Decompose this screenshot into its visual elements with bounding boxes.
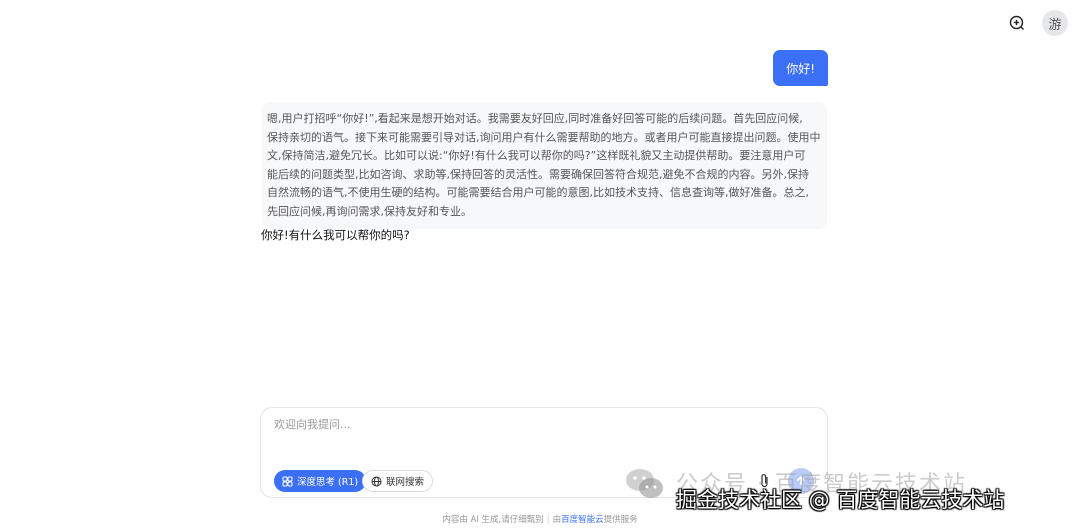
deep-think-icon — [282, 476, 293, 486]
avatar[interactable]: 游 — [1042, 10, 1068, 36]
globe-icon — [371, 476, 382, 486]
watermark-line-2: 掘金技术社区 @ 百度智能云技术站 — [676, 488, 1005, 512]
thinking-block: 嗯,用户打招呼“你好!”,看起来是想开始对话。我需要友好回应,同时准备好回答可能… — [262, 102, 827, 229]
user-message-bubble: 你好! — [773, 50, 828, 86]
deep-think-toggle[interactable]: 深度思考 (R1) — [274, 470, 367, 492]
footer-disclaimer: 内容由 AI 生成,请仔细甄别 | 由百度智能云提供服务 — [0, 513, 1080, 525]
new-chat-button[interactable] — [1004, 10, 1030, 36]
deep-think-label: 深度思考 (R1) — [297, 477, 359, 488]
web-search-label: 联网搜索 — [386, 477, 425, 488]
thinking-text: 嗯,用户打招呼“你好!”,看起来是想开始对话。我需要友好回应,同时准备好回答可能… — [267, 112, 821, 218]
footer-prefix: 内容由 AI 生成,请仔细甄别 — [442, 515, 544, 525]
wechat-watermark-icon — [626, 469, 663, 498]
chat-input[interactable] — [274, 418, 814, 431]
new-chat-plus-icon — [1009, 15, 1024, 30]
footer-separator: | — [546, 515, 550, 525]
assistant-answer: 你好!有什么我可以帮你的吗? — [261, 228, 410, 242]
web-search-toggle[interactable]: 联网搜索 — [362, 470, 434, 492]
footer-by: 由 — [552, 515, 562, 525]
footer-suffix: 提供服务 — [603, 515, 638, 525]
top-actions: 游 — [1004, 10, 1068, 36]
footer-brand-link[interactable]: 百度智能云 — [561, 515, 604, 525]
